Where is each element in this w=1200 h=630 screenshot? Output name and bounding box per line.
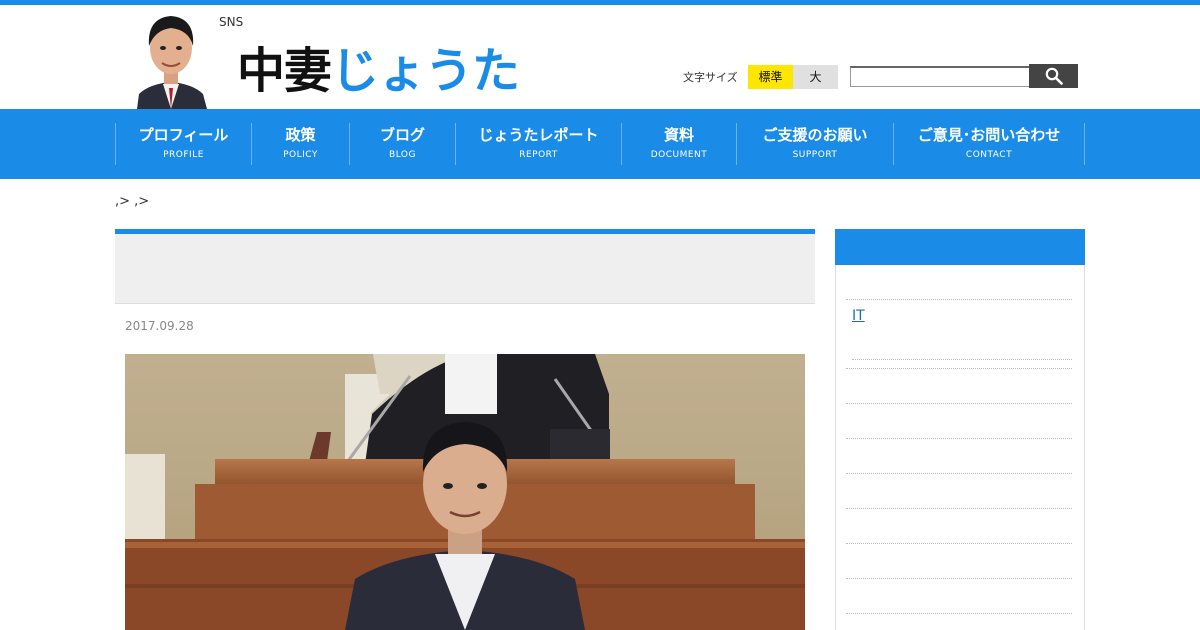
search-button[interactable] bbox=[1029, 64, 1078, 88]
sidebar-divider bbox=[846, 473, 1072, 474]
logo-surname: 中妻 bbox=[237, 43, 332, 99]
sidebar-link-it[interactable]: IT bbox=[852, 308, 865, 324]
nav-item-label: プロフィール bbox=[138, 126, 229, 144]
nav-item-blog[interactable]: ブログ BLOG bbox=[350, 123, 456, 165]
nav-item-support[interactable]: ご支援のお願い SUPPORT bbox=[737, 123, 894, 165]
nav-item-label: 資料 bbox=[663, 126, 694, 144]
nav-item-sublabel: PROFILE bbox=[163, 150, 204, 160]
sidebar-divider bbox=[852, 359, 1072, 360]
sidebar-box bbox=[835, 265, 1085, 630]
font-size-label: 文字サイズ bbox=[683, 71, 738, 84]
logo-given-name: じょうた bbox=[331, 43, 520, 99]
nav-item-sublabel: POLICY bbox=[283, 150, 318, 160]
search-icon bbox=[1045, 67, 1063, 85]
sidebar-divider bbox=[846, 438, 1072, 439]
article-date: 2017.09.28 bbox=[125, 319, 194, 333]
nav-item-label: じょうたレポート bbox=[478, 126, 599, 144]
site-header: SNS 中妻じょうた 文字サイズ 標準 大 bbox=[0, 5, 1200, 109]
nav-item-label: ご意見･お問い合わせ bbox=[917, 126, 1061, 144]
nav-item-policy[interactable]: 政策 POLICY bbox=[252, 123, 350, 165]
nav-item-label: 政策 bbox=[285, 126, 316, 144]
nav-item-document[interactable]: 資料 DOCUMENT bbox=[622, 123, 737, 165]
breadcrumb[interactable]: ,> ,> bbox=[115, 194, 149, 209]
nav-item-label: ご支援のお願い bbox=[762, 126, 868, 144]
search-input[interactable] bbox=[850, 66, 1030, 87]
sidebar-divider bbox=[846, 299, 1072, 300]
nav-item-sublabel: SUPPORT bbox=[792, 150, 838, 160]
nav-list: プロフィール PROFILE 政策 POLICY ブログ BLOG じょうたレポ… bbox=[115, 123, 1085, 165]
article-photo bbox=[125, 354, 805, 630]
font-size-large-button[interactable]: 大 bbox=[793, 65, 838, 89]
nav-item-contact[interactable]: ご意見･お問い合わせ CONTACT bbox=[894, 123, 1085, 165]
sidebar-divider bbox=[846, 508, 1072, 509]
nav-item-report[interactable]: じょうたレポート REPORT bbox=[456, 123, 622, 165]
sidebar-divider bbox=[846, 578, 1072, 579]
nav-item-sublabel: CONTACT bbox=[965, 150, 1013, 160]
sns-label: SNS bbox=[219, 15, 244, 29]
sidebar-divider bbox=[846, 368, 1072, 369]
nav-item-sublabel: REPORT bbox=[519, 150, 558, 160]
sidebar-divider bbox=[846, 543, 1072, 544]
nav-item-sublabel: DOCUMENT bbox=[650, 150, 708, 160]
global-nav: プロフィール PROFILE 政策 POLICY ブログ BLOG じょうたレポ… bbox=[0, 109, 1200, 179]
sidebar-divider bbox=[846, 613, 1072, 614]
nav-item-profile[interactable]: プロフィール PROFILE bbox=[116, 123, 252, 165]
nav-item-label: ブログ bbox=[379, 126, 425, 144]
sidebar-header bbox=[835, 229, 1085, 265]
sidebar-divider bbox=[846, 403, 1072, 404]
avatar[interactable] bbox=[129, 8, 213, 109]
nav-item-sublabel: BLOG bbox=[389, 150, 416, 160]
site-logo[interactable]: 中妻じょうた bbox=[237, 41, 520, 101]
font-size-standard-button[interactable]: 標準 bbox=[748, 65, 793, 89]
article-title-box bbox=[115, 229, 815, 304]
